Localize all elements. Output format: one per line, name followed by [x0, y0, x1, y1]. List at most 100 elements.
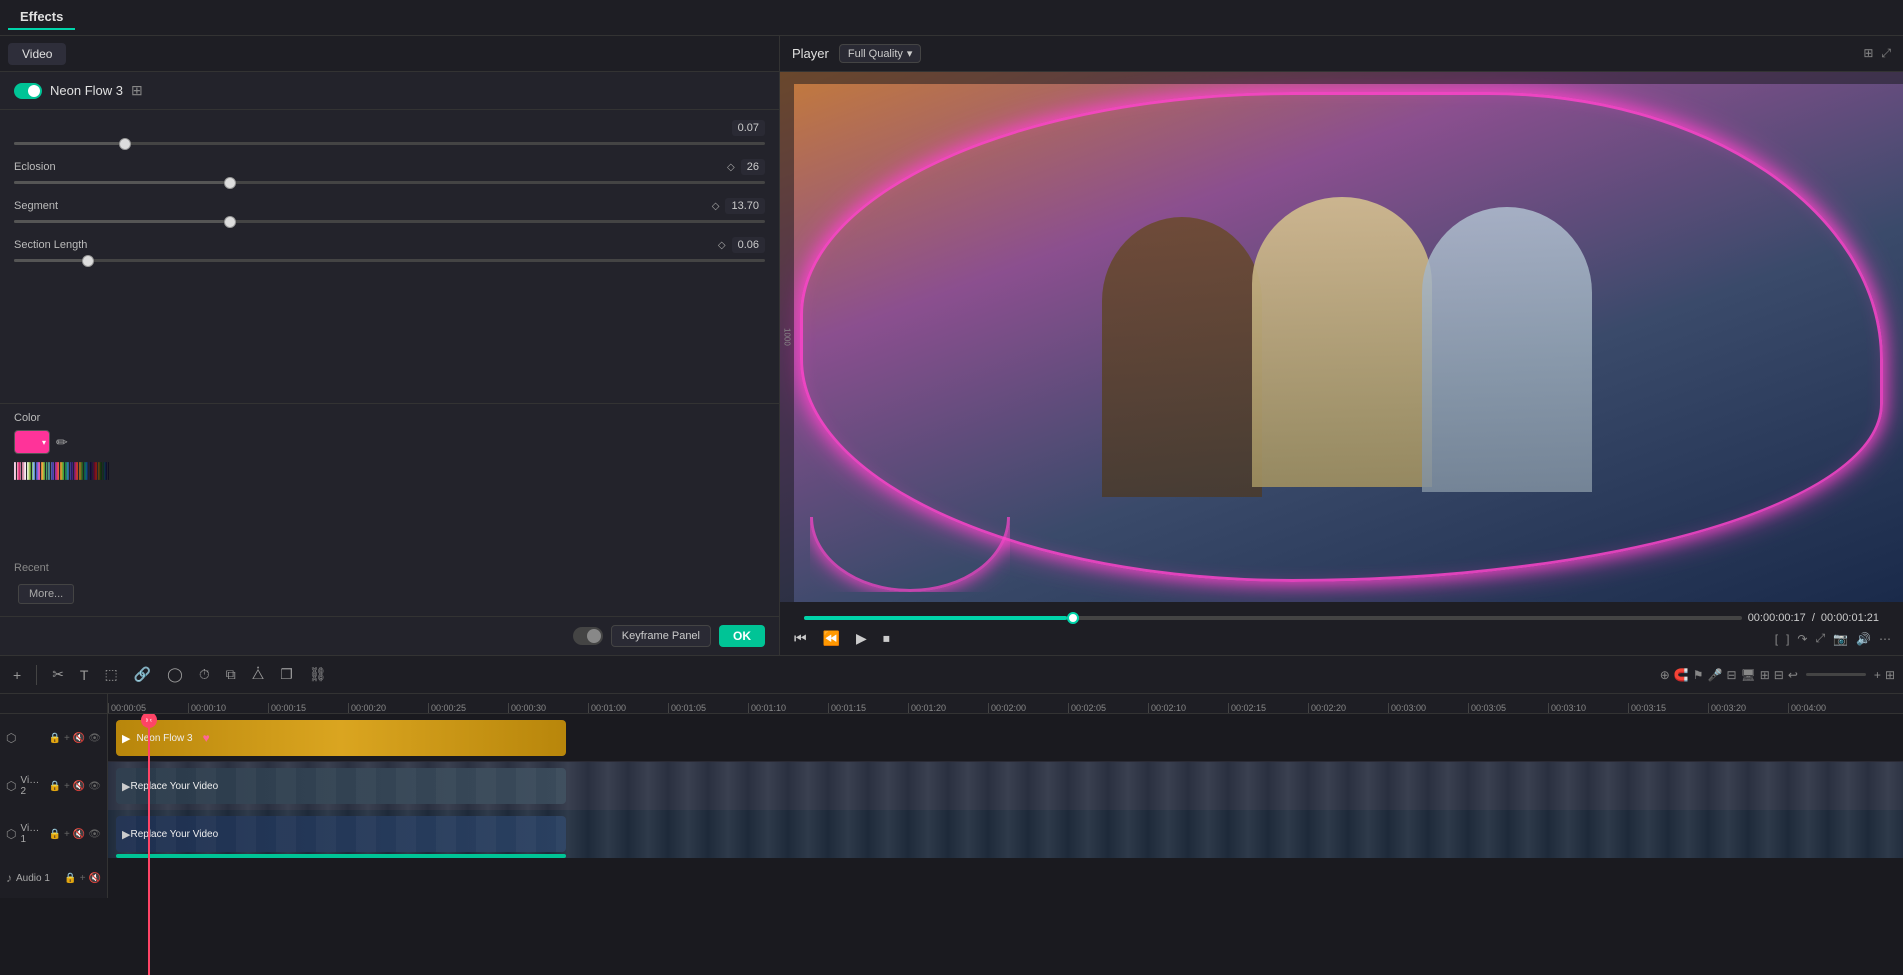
step-back-button[interactable]: ⏪	[821, 628, 842, 649]
progress-bar[interactable]	[804, 616, 1742, 620]
chain-tool[interactable]: ⛓	[304, 663, 332, 686]
audio-mute-btn[interactable]: 🔇	[89, 873, 101, 884]
track-icon-effect: ⬡	[6, 731, 16, 745]
text-tool[interactable]: T	[75, 664, 94, 686]
track-content-video2: ▶ Replace Your Video	[108, 762, 1903, 810]
video1-clip[interactable]: ▶ Replace Your Video	[116, 816, 566, 852]
track-eye-btn[interactable]: 👁	[88, 733, 101, 744]
expand-icon[interactable]: ⤢	[1815, 631, 1825, 646]
left-panel: Video Neon Flow 3 ⊞ 0.07	[0, 36, 780, 655]
snapshot-icon[interactable]: 📷	[1833, 632, 1848, 646]
track-mute-btn[interactable]: 🔇	[73, 733, 85, 744]
track2-lock-btn[interactable]: 🔒	[49, 781, 61, 792]
timeline-tracks-wrapper: ✂ ⬡ 🔒 + 🔇 👁 ▶	[0, 714, 1903, 975]
fullscreen-icon[interactable]: ⤢	[1881, 46, 1891, 61]
quality-select[interactable]: Full Quality ▾	[839, 44, 922, 63]
screen-icon[interactable]: 🖥	[1741, 668, 1756, 682]
zoom-slider[interactable]	[1806, 673, 1866, 676]
zoom-in-icon[interactable]: +	[1874, 668, 1881, 682]
pip-icon[interactable]: ⊞	[1760, 668, 1770, 682]
timeline-toolbar: + ✂ T ⬚ 🔗 ◯ ⏱ ⧉ ⧊ ❐ ⛓ ⊕ 🧲 ⚑ 🎤 ⊟ 🖥 ⊞ ⊟ ↩ …	[0, 656, 1903, 694]
effect-toggle[interactable]	[14, 83, 42, 99]
grid-icon[interactable]: ⊞	[1863, 46, 1873, 61]
subtitle-icon[interactable]: ⊟	[1774, 668, 1784, 682]
keyframe-panel-button[interactable]: Keyframe Panel	[611, 625, 711, 647]
timeline-add-media-btn[interactable]: +	[8, 664, 26, 686]
play-button[interactable]: ▶	[854, 628, 869, 649]
ok-button[interactable]: OK	[719, 625, 765, 647]
ruler-mark-8: 00:01:10	[748, 703, 828, 713]
clip-heart-icon: ♥	[203, 731, 210, 745]
bracket-right-icon[interactable]: ]	[1786, 632, 1789, 646]
track1-eye-btn[interactable]: 👁	[88, 829, 101, 840]
color-swatch-button[interactable]: ▾	[14, 430, 50, 454]
video2-clip[interactable]: ▶ Replace Your Video	[116, 768, 566, 804]
progress-thumb[interactable]	[1067, 612, 1079, 624]
forward-icon[interactable]: ↷	[1797, 632, 1807, 646]
track-content-audio	[108, 858, 1903, 898]
slider-row-segment: Segment ◇ 13.70	[14, 198, 765, 223]
ruler-mark-21: 00:04:00	[1788, 703, 1868, 713]
track2-eye-btn[interactable]: 👁	[88, 781, 101, 792]
grid-view-icon[interactable]: ⊞	[1885, 668, 1895, 682]
track-content-effect: ▶ Neon Flow 3 ♥	[108, 714, 1903, 762]
crop-tool[interactable]: ⬚	[99, 663, 122, 686]
audio-lock-btn[interactable]: 🔒	[64, 873, 76, 884]
video2-play-icon: ▶	[122, 780, 130, 793]
track1-mute-btn[interactable]: 🔇	[73, 829, 85, 840]
slider-1-value: 0.07	[732, 120, 765, 136]
color-picker-row: ▾ ✏	[14, 430, 765, 454]
rewind-icon[interactable]: ↩	[1788, 668, 1798, 682]
effect-clip[interactable]: ▶ Neon Flow 3 ♥	[116, 720, 566, 756]
magnet-icon[interactable]: 🧲	[1674, 668, 1689, 682]
timeline-edge-ruler: 1000	[780, 72, 794, 602]
split-icon[interactable]: ⊟	[1726, 668, 1736, 682]
video-tab[interactable]: Video	[8, 43, 66, 65]
eclosion-track[interactable]	[14, 181, 765, 184]
track2-add-btn[interactable]: +	[64, 781, 70, 792]
flag-icon[interactable]: ⚑	[1693, 668, 1704, 682]
cut-tool[interactable]: ✂	[47, 663, 69, 686]
stack-tool[interactable]: ⧊	[247, 663, 270, 686]
audio-add-btn[interactable]: +	[80, 873, 86, 884]
track1-add-btn[interactable]: +	[64, 829, 70, 840]
track-row-effect: ⬡ 🔒 + 🔇 👁 ▶ Neon Flow 3 ♥	[0, 714, 1903, 762]
segment-thumb[interactable]	[224, 216, 236, 228]
video2-clip-label: Replace Your Video	[130, 781, 218, 792]
track2-mute-btn[interactable]: 🔇	[73, 781, 85, 792]
main-content: Video Neon Flow 3 ⊞ 0.07	[0, 36, 1903, 655]
ruler-mark-17: 00:03:05	[1468, 703, 1548, 713]
section-length-diamond[interactable]: ◇	[718, 240, 726, 251]
progress-fill	[804, 616, 1067, 620]
volume-icon[interactable]: 🔊	[1856, 632, 1871, 646]
timer-tool[interactable]: ⏱	[194, 663, 215, 686]
eclosion-thumb[interactable]	[224, 177, 236, 189]
copy-tool[interactable]: ❐	[275, 663, 298, 686]
track-add-btn[interactable]: +	[64, 733, 70, 744]
stop-button[interactable]: ⏹	[881, 628, 892, 649]
segment-diamond[interactable]: ◇	[712, 201, 720, 212]
section-length-thumb[interactable]	[82, 255, 94, 267]
link-tool[interactable]: 🔗	[129, 663, 156, 686]
mic-icon[interactable]: 🎤	[1707, 668, 1722, 682]
circle-tool[interactable]: ◯	[162, 663, 188, 686]
snap-icon[interactable]: ⊕	[1660, 668, 1670, 682]
sliders-tool[interactable]: ⧉	[221, 663, 241, 686]
section-length-track[interactable]	[14, 259, 765, 262]
skip-back-button[interactable]: ⏮	[792, 628, 809, 649]
track1-lock-btn[interactable]: 🔒	[49, 829, 61, 840]
track-lock-btn[interactable]: 🔒	[49, 733, 61, 744]
segment-track[interactable]	[14, 220, 765, 223]
ruler-mark-10: 00:01:20	[908, 703, 988, 713]
bracket-left-icon[interactable]: [	[1775, 632, 1778, 646]
more-options-icon[interactable]: ⋯	[1879, 632, 1891, 646]
slider-1-track[interactable]	[14, 142, 765, 145]
auto-toggle[interactable]	[573, 627, 603, 645]
eclosion-diamond[interactable]: ◇	[727, 162, 735, 173]
eyedropper-icon[interactable]: ✏	[56, 434, 68, 451]
more-button[interactable]: More...	[18, 584, 74, 604]
track-name-video1: Video 1	[20, 823, 44, 845]
slider-1-thumb[interactable]	[119, 138, 131, 150]
effect-settings-icon[interactable]: ⊞	[131, 82, 143, 99]
effects-tab[interactable]: Effects	[8, 5, 75, 30]
